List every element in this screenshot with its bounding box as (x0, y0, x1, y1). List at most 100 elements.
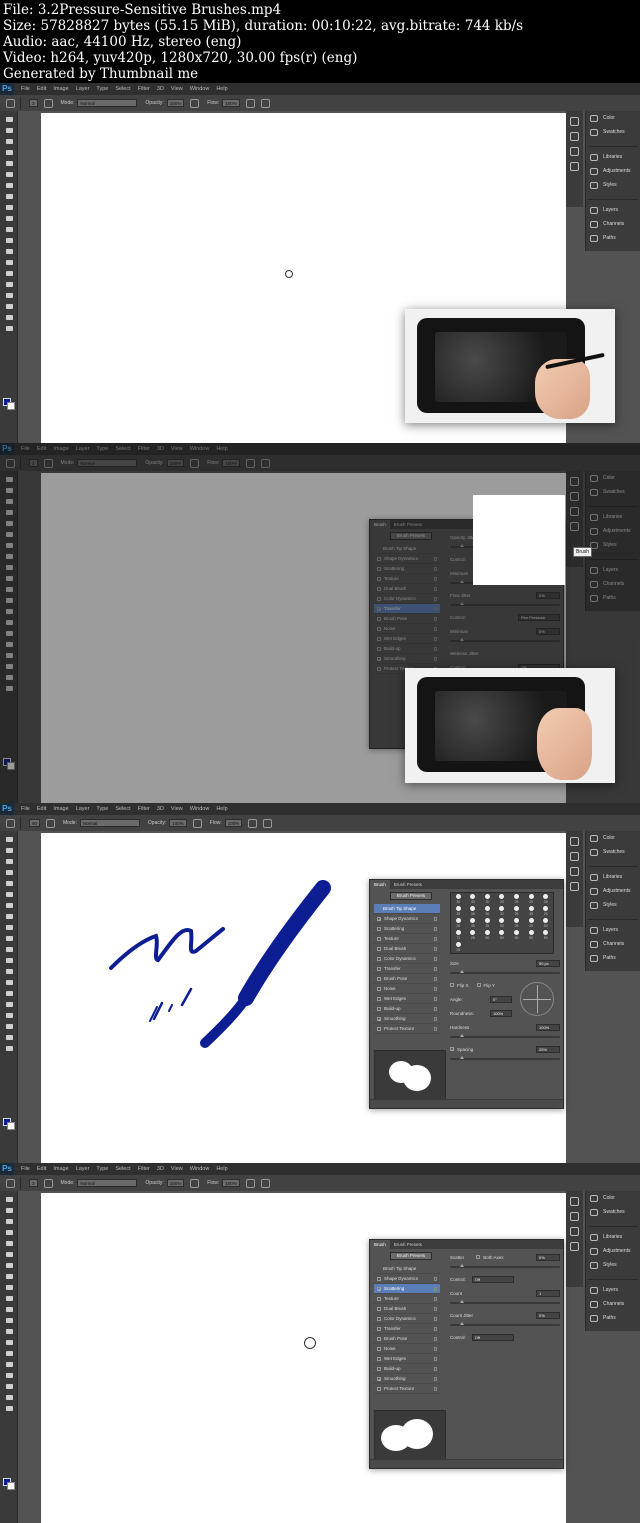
dock-paths[interactable]: Paths (586, 1311, 640, 1325)
shape-tool-icon[interactable] (6, 1024, 13, 1029)
brush-tool-icon[interactable] (6, 98, 15, 108)
brush-option-item[interactable]: Color Dynamics (374, 1314, 440, 1324)
option-checkbox[interactable] (377, 986, 381, 991)
brush-tip[interactable]: 30 (466, 893, 481, 905)
option-checkbox[interactable] (377, 946, 381, 951)
menu-image[interactable]: Image (53, 806, 68, 812)
menu-file[interactable]: File (21, 806, 30, 812)
dock-layers[interactable]: Layers (586, 923, 640, 937)
brush-option-item[interactable]: Noise (374, 1344, 440, 1354)
brush-option-item[interactable]: Protect Texture (374, 1024, 440, 1034)
brush-tip[interactable]: 25 (538, 905, 553, 917)
option-checkbox[interactable] (377, 1306, 381, 1311)
menu-edit[interactable]: Edit (37, 1166, 46, 1172)
hand-tool-icon[interactable] (6, 1395, 13, 1400)
menu-select[interactable]: Select (115, 806, 130, 812)
menu-filter[interactable]: Filter (138, 86, 150, 92)
eraser-tool-icon[interactable] (6, 227, 13, 232)
menu-image[interactable]: Image (53, 86, 68, 92)
zoom-tool-icon[interactable] (6, 326, 13, 331)
brush-tip[interactable]: 36 (466, 905, 481, 917)
brush-size-picker[interactable]: 3 (29, 1179, 38, 1187)
menu-type[interactable]: Type (96, 1166, 108, 1172)
dock-swatches[interactable]: Swatches (586, 1205, 640, 1219)
pen-tool-icon[interactable] (6, 271, 13, 276)
mode-select[interactable]: Normal (77, 1179, 138, 1187)
roundness-input[interactable]: 100% (490, 1009, 512, 1017)
brush-presets-panel-icon[interactable] (570, 882, 579, 891)
lock-icon[interactable] (434, 1336, 437, 1341)
option-checkbox[interactable] (377, 1346, 381, 1351)
flow-input[interactable]: 100% (222, 1179, 240, 1187)
option-checkbox[interactable] (377, 1326, 381, 1331)
control-select[interactable]: Off (471, 1275, 514, 1283)
lock-icon[interactable] (434, 996, 437, 1001)
angle-input[interactable]: 0° (490, 995, 512, 1003)
brush-option-item[interactable]: Wet Edges (374, 1354, 440, 1364)
scatter-slider[interactable] (450, 1264, 560, 1268)
brush-tip[interactable]: 50 (495, 917, 510, 929)
mode-select[interactable]: Normal (79, 819, 140, 827)
hand-tool-icon[interactable] (6, 315, 13, 320)
properties-panel-icon[interactable] (570, 852, 579, 861)
brush-tip[interactable]: 25 (451, 905, 466, 917)
brush-panel-toggle-icon[interactable] (46, 818, 56, 828)
lock-icon[interactable] (434, 926, 437, 931)
brush-tip[interactable]: 36 (524, 905, 539, 917)
type-tool-icon[interactable] (6, 282, 13, 287)
brush-panel-toggle-icon[interactable] (43, 98, 53, 108)
menu-help[interactable]: Help (216, 86, 227, 92)
option-checkbox[interactable] (377, 1006, 381, 1011)
brush-tool-icon[interactable] (6, 1178, 15, 1188)
brush-tip[interactable]: 50 (538, 917, 553, 929)
menu-window[interactable]: Window (190, 1166, 210, 1172)
brush-option-item[interactable]: Build-up (374, 1004, 440, 1014)
brush-tip[interactable]: 25 (451, 941, 466, 953)
pressure-opacity-icon[interactable] (192, 818, 202, 828)
spacing-input[interactable]: 25% (536, 1045, 560, 1053)
lock-icon[interactable] (434, 1386, 437, 1391)
brush-tip[interactable]: 36 (451, 917, 466, 929)
brush-tool-icon[interactable] (6, 818, 15, 828)
move-tool-icon[interactable] (6, 1197, 13, 1202)
dock-swatches[interactable]: Swatches (586, 125, 640, 139)
dock-libraries[interactable]: Libraries (586, 1230, 640, 1244)
stamp-tool-icon[interactable] (6, 925, 13, 930)
pen-tool-icon[interactable] (6, 991, 13, 996)
lock-icon[interactable] (434, 1376, 437, 1381)
lock-icon[interactable] (434, 936, 437, 941)
brush-option-item[interactable]: Dual Brush (374, 944, 440, 954)
brush-tip[interactable]: 50 (509, 929, 524, 941)
crop-tool-icon[interactable] (6, 161, 13, 166)
count-input[interactable]: 1 (536, 1289, 560, 1297)
healing-tool-icon[interactable] (6, 183, 13, 188)
lock-icon[interactable] (434, 1286, 437, 1291)
pressure-size-icon[interactable] (260, 1178, 270, 1188)
dock-color[interactable]: Color (586, 831, 640, 845)
option-checkbox[interactable]: ✓ (377, 1286, 381, 1291)
opacity-input[interactable]: 100% (169, 819, 187, 827)
option-checkbox[interactable] (377, 976, 381, 981)
dock-adjustments[interactable]: Adjustments (586, 1244, 640, 1258)
both-axes-checkbox[interactable] (476, 1255, 481, 1259)
option-checkbox[interactable] (377, 956, 381, 961)
lock-icon[interactable] (434, 1276, 437, 1281)
dock-channels[interactable]: Channels (586, 217, 640, 231)
brush-size-picker[interactable]: 90 (29, 819, 41, 827)
lock-icon[interactable] (434, 1356, 437, 1361)
lock-icon[interactable] (434, 1026, 437, 1031)
brush-option-item[interactable]: Scattering (374, 924, 440, 934)
menu-3d[interactable]: 3D (157, 806, 164, 812)
quick-select-tool-icon[interactable] (6, 870, 13, 875)
brush-presets-panel-icon[interactable] (570, 1242, 579, 1251)
brush-option-item[interactable]: Brush Tip Shape (374, 1264, 440, 1274)
stamp-tool-icon[interactable] (6, 205, 13, 210)
brush-option-item[interactable]: Transfer (374, 964, 440, 974)
airbrush-icon[interactable] (245, 98, 255, 108)
history-brush-icon[interactable] (6, 1296, 13, 1301)
dock-styles[interactable]: Styles (586, 178, 640, 192)
brush-tip[interactable]: 50 (480, 929, 495, 941)
menu-help[interactable]: Help (216, 806, 227, 812)
brush-panel-icon[interactable] (570, 867, 579, 876)
lock-icon[interactable] (434, 946, 437, 951)
